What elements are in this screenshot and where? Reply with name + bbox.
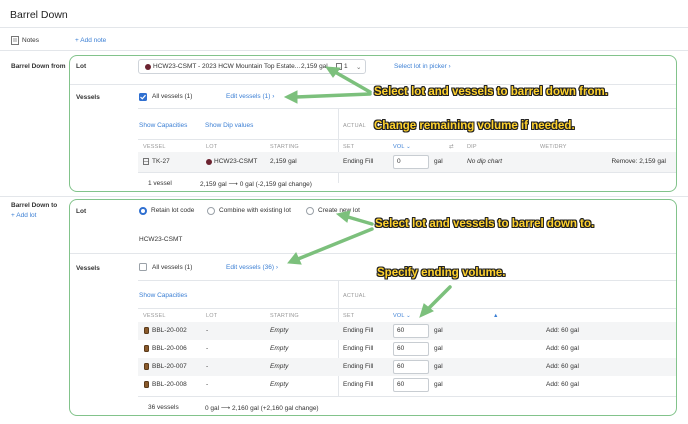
- annotation-arrowhead: [283, 90, 298, 104]
- annotation-arrow: [426, 285, 452, 311]
- annotation-text: Select lot and vessels to barrel down fr…: [374, 86, 608, 98]
- annotation-arrows: [283, 66, 452, 318]
- annotation-arrow: [296, 227, 374, 261]
- annotation-text: Specify ending volume.: [377, 267, 506, 279]
- annotation-text: Change remaining volume if needed.: [374, 120, 575, 132]
- annotation-arrow: [294, 92, 372, 99]
- annotation-arrow: [346, 215, 374, 226]
- annotation-text: Select lot and vessels to barrel down to…: [375, 218, 595, 230]
- annotation-arrow: [333, 70, 372, 94]
- annotation-arrowhead: [335, 210, 351, 223]
